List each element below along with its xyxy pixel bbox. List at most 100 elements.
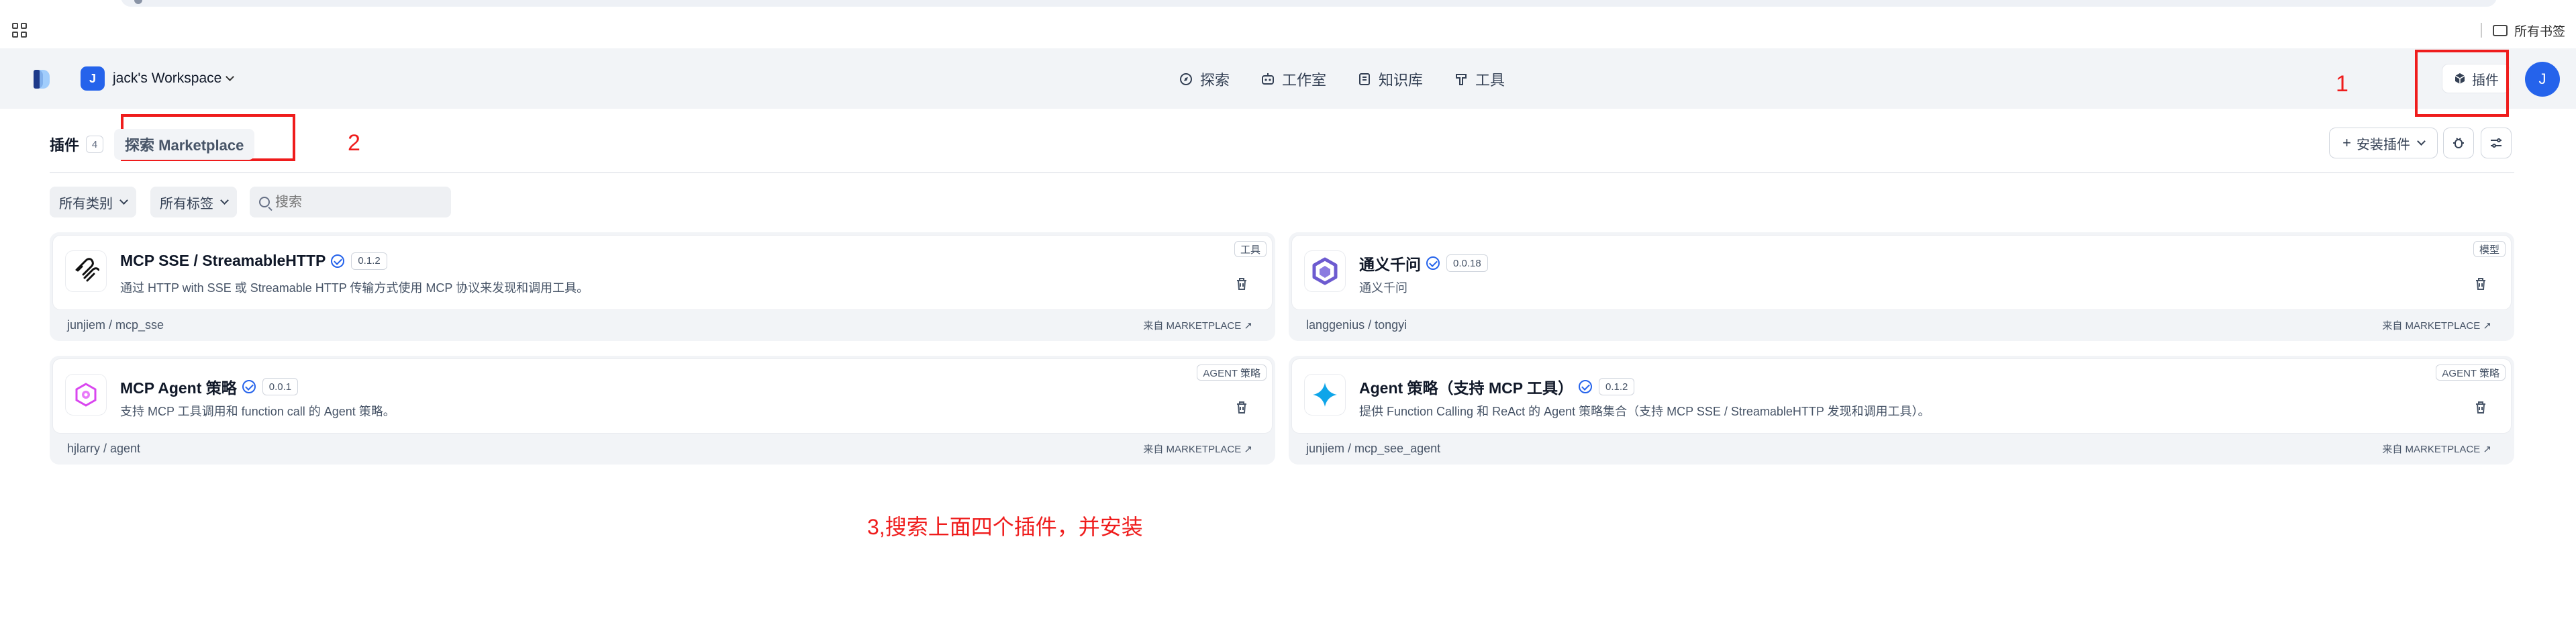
- user-avatar[interactable]: J: [2525, 62, 2560, 97]
- chevron-down-icon: [220, 196, 229, 205]
- plugin-author[interactable]: langgenius / tongyi: [1306, 318, 1407, 332]
- nav-knowledge[interactable]: 知识库: [1357, 68, 1423, 90]
- workspace-switcher[interactable]: J jack's Workspace: [81, 66, 235, 91]
- plugin-search[interactable]: [250, 187, 451, 217]
- mcp-logo-icon: [65, 250, 107, 292]
- apps-grid-icon[interactable]: [12, 23, 27, 38]
- address-bar[interactable]: [121, 0, 2497, 7]
- marketplace-source-link[interactable]: 来自 MARKETPLACE ↗: [2382, 318, 2491, 332]
- plugin-card-body: 通义千问 0.0.18 通义千问 模型: [1291, 235, 2512, 310]
- plugin-description: 通义千问: [1359, 281, 1407, 295]
- workspace-avatar: J: [81, 66, 105, 91]
- plugin-title-row: MCP Agent 策略 0.0.1: [120, 375, 299, 398]
- plugin-card[interactable]: 通义千问 0.0.18 通义千问 模型 langgenius / tongyi …: [1289, 232, 2514, 341]
- compass-icon: [1180, 73, 1192, 85]
- plugin-settings-button[interactable]: [2481, 128, 2512, 158]
- annotation-mark-2: 2: [348, 130, 360, 156]
- verified-icon: [1579, 380, 1593, 393]
- main-nav: 探索 工作室 知识库 工具: [1179, 67, 1536, 91]
- plugin-description: 提供 Function Calling 和 ReAct 的 Agent 策略集合…: [1359, 405, 1930, 418]
- robot-icon: [1262, 73, 1275, 85]
- agent-strategy-icon: [65, 374, 107, 416]
- plugin-card[interactable]: Agent 策略（支持 MCP 工具） 0.1.2 提供 Function Ca…: [1289, 356, 2514, 465]
- plugin-card[interactable]: MCP SSE / StreamableHTTP 0.1.2 通过 HTTP w…: [50, 232, 1275, 341]
- tab-plugins-label: 插件: [50, 137, 80, 154]
- marketplace-source-link[interactable]: 来自 MARKETPLACE ↗: [2382, 442, 2491, 456]
- trash-icon[interactable]: [1236, 401, 1248, 414]
- chevron-down-icon: [226, 72, 235, 81]
- category-badge: 模型: [2473, 241, 2506, 257]
- book-icon: [1359, 73, 1371, 85]
- tab-marketplace[interactable]: 探索 Marketplace: [114, 129, 255, 160]
- version-badge: 0.1.2: [1599, 378, 1635, 395]
- verified-icon: [242, 380, 256, 393]
- tabs-divider: [50, 172, 2514, 173]
- browser-toolbar: [0, 0, 2576, 48]
- marketplace-source-link[interactable]: 来自 MARKETPLACE ↗: [1143, 442, 1252, 456]
- plugin-title-row: MCP SSE / StreamableHTTP 0.1.2: [120, 252, 387, 270]
- debug-button[interactable]: [2443, 128, 2474, 158]
- plugin-card-body: Agent 策略（支持 MCP 工具） 0.1.2 提供 Function Ca…: [1291, 358, 2512, 434]
- annotation-instruction: 3,搜索上面四个插件，并安装: [867, 515, 1143, 539]
- version-badge: 0.1.2: [351, 252, 387, 270]
- category-filter[interactable]: 所有类别: [50, 187, 136, 217]
- nav-studio-label: 工作室: [1282, 72, 1327, 89]
- trash-icon[interactable]: [2475, 401, 2487, 414]
- plugin-description: 支持 MCP 工具调用和 function call 的 Agent 策略。: [120, 405, 395, 418]
- nav-explore[interactable]: 探索: [1179, 68, 1230, 90]
- chevron-down-icon: [2417, 137, 2426, 146]
- version-badge: 0.0.18: [1446, 254, 1488, 272]
- nav-studio[interactable]: 工作室: [1260, 68, 1326, 90]
- plugin-author[interactable]: hjlarry / agent: [67, 442, 140, 456]
- plugin-card-body: MCP Agent 策略 0.0.1 支持 MCP 工具调用和 function…: [52, 358, 1273, 434]
- plugin-author[interactable]: junjiem / mcp_sse: [67, 318, 164, 332]
- trash-icon[interactable]: [2475, 277, 2487, 291]
- plugin-name: Agent 策略（支持 MCP 工具）: [1359, 379, 1574, 397]
- tag-filter[interactable]: 所有标签: [150, 187, 237, 217]
- nav-knowledge-label: 知识库: [1379, 72, 1424, 89]
- bookmarks-divider: [2480, 23, 2482, 38]
- tongyi-logo-icon: [1304, 250, 1346, 292]
- plugin-name: 通义千问: [1359, 256, 1421, 273]
- tag-filter-label: 所有标签: [160, 196, 213, 211]
- chevron-down-icon: [119, 196, 128, 205]
- plugin-card[interactable]: MCP Agent 策略 0.0.1 支持 MCP 工具调用和 function…: [50, 356, 1275, 465]
- trash-icon[interactable]: [1236, 277, 1248, 291]
- category-badge: AGENT 策略: [1197, 365, 1267, 381]
- nav-explore-label: 探索: [1200, 72, 1230, 89]
- marketplace-source-link[interactable]: 来自 MARKETPLACE ↗: [1143, 318, 1252, 332]
- verified-icon: [331, 254, 345, 268]
- dify-logo-icon[interactable]: [34, 70, 51, 89]
- plugin-name: MCP SSE / StreamableHTTP: [120, 252, 326, 269]
- plugin-card-body: MCP SSE / StreamableHTTP 0.1.2 通过 HTTP w…: [52, 235, 1273, 310]
- hammer-icon: [1456, 74, 1467, 85]
- plugin-name: MCP Agent 策略: [120, 379, 237, 397]
- version-badge: 0.0.1: [262, 378, 299, 395]
- plugin-description: 通过 HTTP with SSE 或 Streamable HTTP 传输方式使…: [120, 281, 589, 295]
- plugins-count-badge: 4: [86, 136, 104, 153]
- all-bookmarks-button[interactable]: 所有书签: [2480, 20, 2565, 40]
- annotation-box-plugins: [2415, 50, 2509, 117]
- sparkle-icon: [1304, 374, 1346, 416]
- plus-icon: +: [2342, 134, 2351, 151]
- folder-icon: [2492, 24, 2508, 36]
- nav-tools[interactable]: 工具: [1454, 68, 1505, 90]
- install-plugin-label: 安装插件: [2356, 137, 2410, 152]
- install-plugin-button[interactable]: + 安装插件: [2329, 128, 2438, 158]
- search-input[interactable]: [275, 194, 430, 210]
- plugin-author[interactable]: junjiem / mcp_see_agent: [1306, 442, 1440, 456]
- plugin-title-row: 通义千问 0.0.18: [1359, 252, 1488, 275]
- tab-plugins[interactable]: 插件 4: [50, 134, 104, 155]
- workspace-name: jack's Workspace: [113, 70, 222, 86]
- search-icon: [259, 197, 270, 207]
- verified-icon: [1426, 256, 1440, 270]
- nav-tools-label: 工具: [1475, 72, 1505, 89]
- category-filter-label: 所有类别: [59, 196, 113, 211]
- plugin-tabs: 插件 4 探索 Marketplace: [50, 128, 255, 161]
- sliders-icon: [2491, 138, 2501, 148]
- bookmarks-label: 所有书签: [2514, 24, 2565, 39]
- category-badge: AGENT 策略: [2436, 365, 2506, 381]
- annotation-mark-1: 1: [2336, 71, 2348, 97]
- plugin-title-row: Agent 策略（支持 MCP 工具） 0.1.2: [1359, 375, 1635, 398]
- category-badge: 工具: [1234, 241, 1267, 257]
